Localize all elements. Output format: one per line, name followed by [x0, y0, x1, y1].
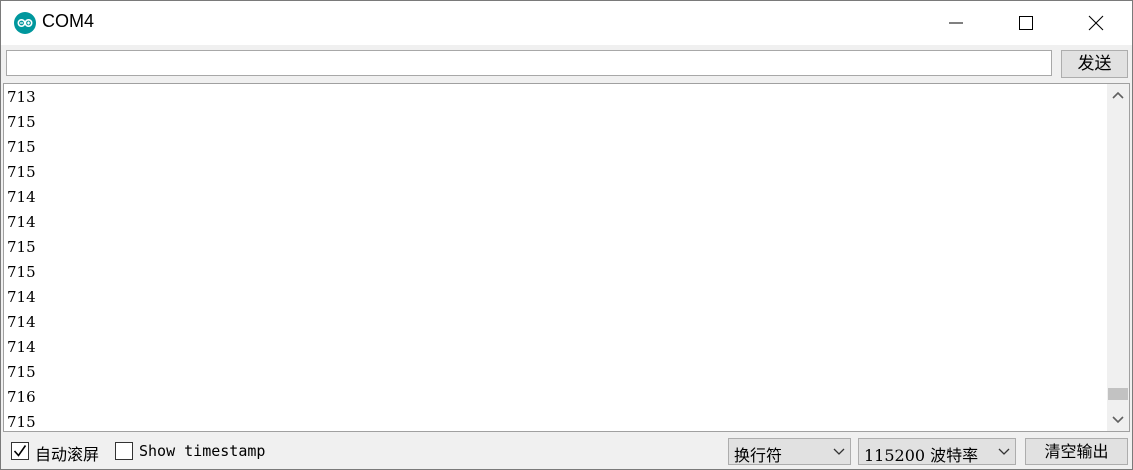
- output-line: 714: [7, 288, 36, 306]
- output-line: 715: [7, 413, 36, 431]
- output-line: 715: [7, 113, 36, 131]
- line-ending-value: 换行符: [734, 446, 783, 465]
- autoscroll-checkbox[interactable]: [11, 442, 29, 460]
- output-line: 713: [7, 88, 36, 106]
- arduino-icon: [14, 12, 36, 34]
- maximize-icon: [1019, 16, 1033, 30]
- maximize-button[interactable]: [992, 1, 1062, 45]
- output-line: 715: [7, 238, 36, 256]
- status-bar: 自动滚屏 Show timestamp 换行符 115200 波特率 清空输出: [1, 433, 1132, 469]
- output-lines: 713 715 715 715 714 714 715 715 714 714 714 715 716 7…: [7, 85, 36, 435]
- timestamp-checkbox[interactable]: [115, 442, 133, 460]
- chevron-down-icon: [1112, 416, 1124, 424]
- vertical-scrollbar[interactable]: [1107, 84, 1129, 431]
- autoscroll-label: 自动滚屏: [35, 445, 100, 464]
- output-line: 715: [7, 138, 36, 156]
- chevron-up-icon: [1112, 91, 1124, 99]
- output-line: 714: [7, 213, 36, 231]
- output-line: 714: [7, 313, 36, 331]
- minimize-button[interactable]: [922, 1, 992, 45]
- line-ending-select[interactable]: 换行符: [728, 438, 851, 465]
- scroll-thumb[interactable]: [1108, 388, 1128, 401]
- window-title: COM4: [42, 11, 95, 31]
- close-icon: [1088, 15, 1104, 31]
- close-button[interactable]: [1062, 1, 1132, 45]
- scroll-up-button[interactable]: [1107, 84, 1129, 106]
- send-button[interactable]: 发送: [1061, 50, 1128, 78]
- serial-monitor-window: COM4 发送 713 715 715 715 714 714 715 715 714 714 71…: [0, 0, 1133, 470]
- minimize-icon: [949, 22, 963, 24]
- serial-output[interactable]: 713 715 715 715 714 714 715 715 714 714 714 715 716 7…: [3, 83, 1130, 432]
- output-line: 715: [7, 263, 36, 281]
- title-bar: COM4: [1, 1, 1132, 45]
- baud-rate-value: 115200 波特率: [864, 446, 979, 465]
- clear-output-button[interactable]: 清空输出: [1025, 438, 1128, 465]
- output-line: 714: [7, 188, 36, 206]
- timestamp-label: Show timestamp: [139, 442, 266, 460]
- chevron-down-icon: [833, 448, 845, 455]
- baud-rate-select[interactable]: 115200 波特率: [858, 438, 1016, 465]
- checkmark-icon: [13, 445, 27, 457]
- output-line: 716: [7, 388, 36, 406]
- scroll-down-button[interactable]: [1107, 409, 1129, 431]
- send-input[interactable]: [6, 50, 1052, 76]
- output-line: 715: [7, 363, 36, 381]
- chevron-down-icon: [998, 448, 1010, 455]
- output-line: 715: [7, 163, 36, 181]
- output-line: 714: [7, 338, 36, 356]
